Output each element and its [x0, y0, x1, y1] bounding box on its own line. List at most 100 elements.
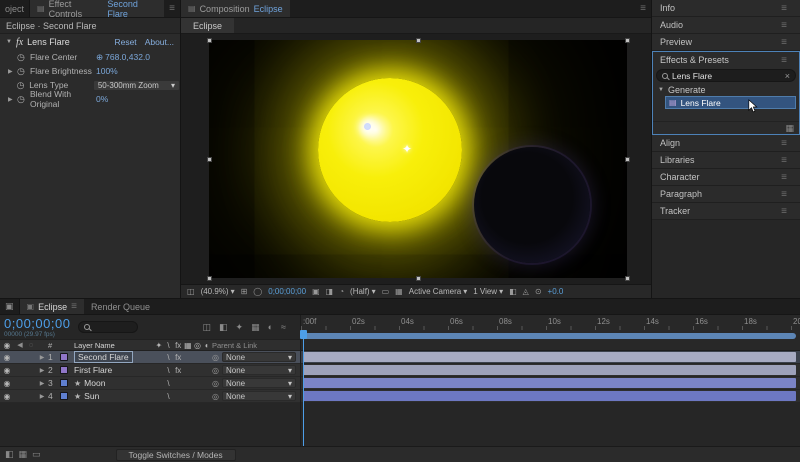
selection-handle[interactable]: [416, 38, 421, 43]
layer-row-sun[interactable]: ◉ ▶ 4 ★Sun \ ◎ None▾: [0, 390, 300, 403]
panel-menu-icon[interactable]: ≡: [776, 138, 792, 149]
layer-row-first-flare[interactable]: ◉ ▶ 2 First Flare \fx ◎ None▾: [0, 364, 300, 377]
about-link[interactable]: About...: [145, 37, 174, 47]
selection-handle[interactable]: [207, 38, 212, 43]
effects-search-field[interactable]: ×: [656, 69, 796, 82]
selection-handle[interactable]: [207, 157, 212, 162]
layer-duration-bar[interactable]: [303, 365, 796, 375]
show-channel-icon[interactable]: ◔: [339, 287, 344, 296]
viewer-tab-eclipse[interactable]: Eclipse: [181, 18, 234, 33]
flare-brightness-value[interactable]: 100%: [96, 66, 118, 76]
quality-switch[interactable]: \: [164, 353, 174, 362]
panel-header-paragraph[interactable]: Paragraph≡: [652, 186, 800, 203]
track-row[interactable]: [301, 390, 800, 403]
panel-menu-icon[interactable]: ≡: [71, 301, 77, 312]
quality-switch[interactable]: \: [164, 392, 174, 401]
panel-menu-icon[interactable]: ≡: [776, 55, 792, 66]
viewer-timecode[interactable]: 0;00;00;00: [268, 287, 306, 296]
twirl-right-icon[interactable]: ▶: [8, 68, 17, 75]
panel-header-preview[interactable]: Preview≡: [652, 34, 800, 51]
panel-menu-icon[interactable]: ≡: [776, 189, 792, 200]
fx-switch[interactable]: fx: [173, 366, 183, 375]
parent-dropdown[interactable]: None▾: [222, 378, 296, 388]
tab-timeline-eclipse[interactable]: ▣ Eclipse ≡: [20, 299, 84, 314]
mask-visibility-icon[interactable]: ◯: [253, 287, 262, 296]
time-ruler[interactable]: :00f 02s 04s 06s 08s 10s 12s 14s 16s 18s…: [301, 315, 800, 351]
panel-menu-icon[interactable]: ≡: [776, 3, 792, 14]
transparency-grid-icon[interactable]: ▦: [395, 287, 403, 296]
effects-item-lens-flare[interactable]: ▤ Lens Flare: [665, 96, 796, 109]
pickwhip-icon[interactable]: ◎: [212, 366, 219, 375]
draft-3d-icon[interactable]: ◧: [219, 322, 228, 333]
hide-shy-icon[interactable]: ✦: [236, 322, 244, 333]
panel-header-info[interactable]: Info≡: [652, 0, 800, 17]
selection-handle[interactable]: [625, 276, 630, 281]
layer-name[interactable]: First Flare: [74, 365, 112, 375]
project-tab-fragment[interactable]: oject: [0, 0, 30, 17]
lens-type-dropdown[interactable]: 50-300mm Zoom ▾: [93, 80, 180, 91]
parent-dropdown[interactable]: None▾: [222, 352, 296, 362]
track-row[interactable]: [301, 351, 800, 364]
quality-switch[interactable]: \: [164, 366, 174, 375]
parent-dropdown[interactable]: None▾: [222, 365, 296, 375]
eye-icon[interactable]: ◉: [0, 379, 14, 388]
twirl-right-icon[interactable]: ▶: [36, 367, 48, 374]
viewer-lock-icon[interactable]: ◫: [187, 287, 195, 296]
layer-row-moon[interactable]: ◉ ▶ 3 ★Moon \ ◎ None▾: [0, 377, 300, 390]
layer-duration-bar[interactable]: [303, 352, 796, 362]
toggle-switches-modes-button[interactable]: Toggle Switches / Modes: [116, 449, 236, 461]
composition-canvas[interactable]: ✦: [209, 40, 627, 278]
panel-menu-icon[interactable]: ≡: [776, 206, 792, 217]
track-row[interactable]: [301, 377, 800, 390]
show-snapshot-icon[interactable]: ◨: [326, 287, 334, 296]
tab-composition[interactable]: ▤ Composition Eclipse: [181, 0, 290, 17]
label-color-swatch[interactable]: [60, 392, 68, 400]
parent-column-header[interactable]: Parent & Link: [212, 341, 300, 350]
panel-header-effects-presets[interactable]: Effects & Presets≡: [653, 52, 799, 68]
stopwatch-icon[interactable]: ◷: [17, 66, 30, 77]
panel-header-tracker[interactable]: Tracker≡: [652, 203, 800, 220]
current-time-indicator-handle[interactable]: [300, 330, 307, 339]
selection-handle[interactable]: [625, 38, 630, 43]
mini-flowchart-icon[interactable]: ◫: [203, 322, 212, 333]
panel-header-character[interactable]: Character≡: [652, 169, 800, 186]
fx-switch[interactable]: fx: [173, 353, 183, 362]
panel-header-align[interactable]: Align≡: [652, 135, 800, 152]
expand-in-out-icon[interactable]: ▭: [32, 449, 41, 460]
pickwhip-icon[interactable]: ◎: [212, 379, 219, 388]
pixel-aspect-icon[interactable]: ◧: [509, 287, 517, 296]
timeline-search-field[interactable]: [78, 321, 138, 333]
magnification-dropdown[interactable]: (40.9%)▾: [201, 287, 235, 296]
3d-view-dropdown[interactable]: Active Camera▾: [409, 287, 467, 296]
graph-editor-icon[interactable]: ≈: [281, 322, 286, 333]
resolution-dropdown[interactable]: (Half)▾: [350, 287, 376, 296]
label-color-swatch[interactable]: [60, 379, 68, 387]
tab-effect-controls[interactable]: ▤ Effect Controls Second Flare: [30, 0, 164, 17]
time-navigator-bar[interactable]: [303, 333, 796, 339]
quality-switch[interactable]: \: [164, 379, 174, 388]
label-color-swatch[interactable]: [60, 366, 68, 374]
snapshot-icon[interactable]: ▣: [312, 287, 320, 296]
pickwhip-icon[interactable]: ◎: [212, 392, 219, 401]
search-input[interactable]: [672, 71, 781, 81]
exposure-value[interactable]: +0.0: [548, 287, 564, 296]
eye-icon[interactable]: ◉: [0, 353, 14, 362]
layer-row-second-flare[interactable]: ◉ ▶ 1 Second Flare \fx ◎ None▾: [0, 351, 300, 364]
stopwatch-icon[interactable]: ◷: [17, 94, 30, 105]
twirl-right-icon[interactable]: ▶: [36, 393, 48, 400]
label-color-swatch[interactable]: [60, 353, 68, 361]
track-row[interactable]: [301, 364, 800, 377]
selection-handle[interactable]: [625, 157, 630, 162]
panel-header-audio[interactable]: Audio≡: [652, 17, 800, 34]
layer-duration-bar[interactable]: [303, 391, 796, 401]
timeline-track-area[interactable]: :00f 02s 04s 06s 08s 10s 12s 14s 16s 18s…: [300, 315, 800, 446]
view-layout-dropdown[interactable]: 1 View▾: [473, 287, 503, 296]
eye-icon[interactable]: ◉: [0, 366, 14, 375]
panel-menu-icon[interactable]: ≡: [776, 172, 792, 183]
twirl-down-icon[interactable]: ▼: [658, 87, 664, 93]
panel-options-icon[interactable]: ▦: [785, 123, 794, 134]
layer-duration-bar[interactable]: [303, 378, 796, 388]
panel-header-libraries[interactable]: Libraries≡: [652, 152, 800, 169]
fast-previews-icon[interactable]: ◬: [523, 287, 529, 296]
motion-blur-icon[interactable]: ◐: [268, 322, 273, 333]
